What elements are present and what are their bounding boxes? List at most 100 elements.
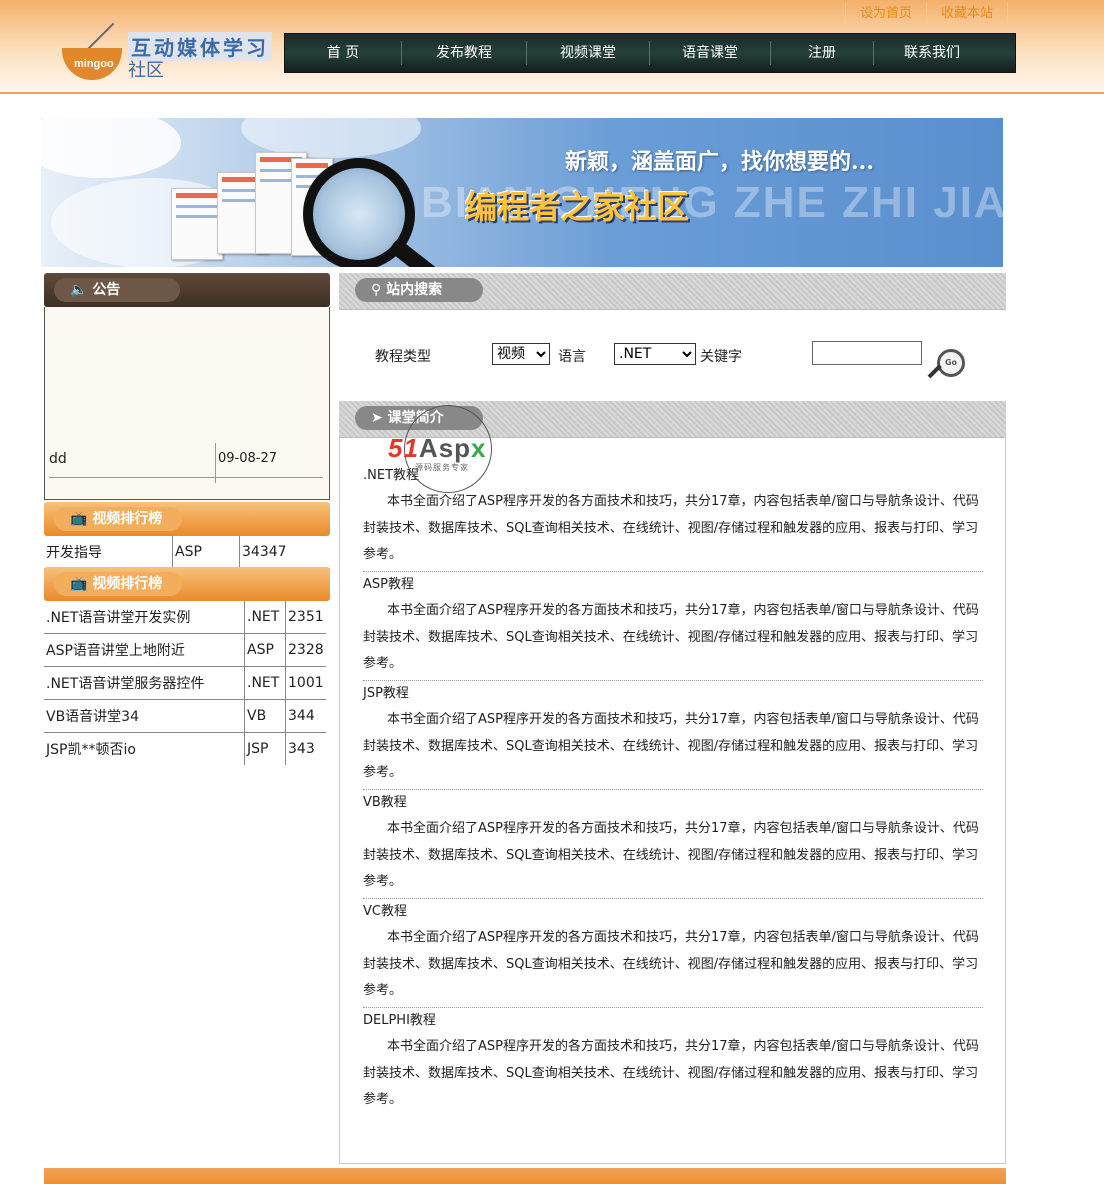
footer-bar — [44, 1168, 1006, 1184]
rank1-title: 视频排行榜 — [92, 511, 163, 527]
intro-title: 课堂简介 — [387, 410, 444, 426]
search-header: ⚲ 站内搜索 — [339, 273, 1006, 310]
bookmark-link[interactable]: 收藏本站 — [925, 3, 1008, 25]
rank1-title-pill: 📺 视频排行榜 — [54, 507, 182, 531]
intro-title-pill: ➤ 课堂简介 — [355, 406, 483, 430]
go-icon: Go — [937, 349, 965, 377]
notice-box: dd 09-08-27 — [44, 307, 330, 500]
rank-cell-title[interactable]: .NET语音讲堂开发实例 — [44, 601, 245, 634]
screen-thumb — [171, 188, 223, 260]
set-homepage-link[interactable]: 设为首页 — [844, 3, 926, 25]
rank-cell-title[interactable]: ASP语音讲堂上地附近 — [44, 633, 245, 667]
rank-cell-count: 343 — [288, 741, 315, 757]
nav-publish-tutorial[interactable]: 发布教程 — [402, 41, 527, 65]
banner-slogan: 新颖，涵盖面广，找你想要的... — [565, 149, 874, 175]
intro-header: ➤ 课堂简介 — [339, 401, 1006, 438]
course-desc: 本书全面介绍了ASP程序开发的各方面技术和技巧，共分17章，内容包括表单/窗口与… — [363, 603, 979, 671]
rank-cell-lang: VB — [244, 699, 286, 733]
notice-header: 🔈 公告 — [44, 273, 330, 307]
rank-cell-lang: .NET — [244, 601, 286, 634]
rank1-table: 开发指导 ASP 34347 — [44, 536, 330, 569]
rank-cell-title[interactable]: VB语音讲堂34 — [44, 699, 245, 733]
banner-title: 编程者之家社区 — [465, 188, 690, 226]
rank-cell-count: 2328 — [285, 633, 326, 667]
course-item: ASP教程 本书全面介绍了ASP程序开发的各方面技术和技巧，共分17章，内容包括… — [363, 572, 983, 681]
table-row[interactable]: .NET语音讲堂服务器控件 .NET 1001 — [44, 666, 326, 700]
logo-subtitle: 社区 — [128, 60, 164, 81]
course-title[interactable]: VC教程 — [363, 899, 983, 925]
lang-select[interactable]: .NET — [614, 343, 696, 365]
table-row[interactable]: VB语音讲堂34 VB 344 — [44, 699, 326, 733]
course-desc: 本书全面介绍了ASP程序开发的各方面技术和技巧，共分17章，内容包括表单/窗口与… — [363, 930, 979, 998]
notice-title-pill: 🔈 公告 — [54, 278, 180, 302]
course-desc: 本书全面介绍了ASP程序开发的各方面技术和技巧，共分17章，内容包括表单/窗口与… — [363, 494, 979, 562]
keyword-input[interactable] — [812, 341, 922, 365]
site-header: 设为首页 收藏本站 mingoo 互动媒体学习 社区 首 页 发布教程 视频课堂… — [0, 0, 1104, 94]
nav-register[interactable]: 注册 — [771, 41, 874, 65]
rank1-header: 📺 视频排行榜 — [44, 502, 330, 536]
course-title[interactable]: JSP教程 — [363, 681, 983, 707]
course-desc: 本书全面介绍了ASP程序开发的各方面技术和技巧，共分17章，内容包括表单/窗口与… — [363, 712, 979, 780]
table-row[interactable]: 开发指导 ASP 34347 — [44, 536, 330, 569]
notice-item[interactable]: dd 09-08-27 — [49, 443, 323, 483]
course-item: VC教程 本书全面介绍了ASP程序开发的各方面技术和技巧，共分17章，内容包括表… — [363, 899, 983, 1008]
cursor-icon: ➤ — [371, 410, 383, 426]
rank-cell-lang: ASP — [172, 536, 240, 569]
notice-item-title[interactable]: dd — [49, 451, 67, 467]
rank-cell-count: 344 — [285, 699, 326, 733]
lang-label: 语言 — [558, 349, 586, 365]
search-go-button[interactable]: Go — [927, 347, 969, 387]
keyword-label: 关键字 — [700, 349, 742, 365]
magnifier-handle — [388, 237, 454, 267]
course-item: .NET教程 本书全面介绍了ASP程序开发的各方面技术和技巧，共分17章，内容包… — [363, 463, 983, 572]
table-row[interactable]: ASP语音讲堂上地附近 ASP 2328 — [44, 633, 326, 667]
course-item: DELPHI教程 本书全面介绍了ASP程序开发的各方面技术和技巧，共分17章，内… — [363, 1008, 983, 1116]
main-nav: 首 页 发布教程 视频课堂 语音课堂 注册 联系我们 — [284, 33, 1016, 73]
rank-cell-lang: .NET — [244, 666, 286, 700]
tv-icon: 📺 — [70, 511, 88, 527]
table-row[interactable]: .NET语音讲堂开发实例 .NET 2351 — [44, 601, 326, 634]
rank-cell-count: 2351 — [285, 601, 326, 634]
course-desc: 本书全面介绍了ASP程序开发的各方面技术和技巧，共分17章，内容包括表单/窗口与… — [363, 1039, 979, 1107]
rank-cell-lang: ASP — [244, 633, 286, 667]
course-desc: 本书全面介绍了ASP程序开发的各方面技术和技巧，共分17章，内容包括表单/窗口与… — [363, 821, 979, 889]
rank-cell-count: 34347 — [239, 536, 330, 569]
type-select[interactable]: 视频 — [492, 343, 550, 365]
notice-title: 公告 — [92, 282, 121, 298]
rank-cell-lang: JSP — [244, 732, 286, 765]
bowl-icon: mingoo — [62, 48, 122, 80]
course-title[interactable]: VB教程 — [363, 790, 983, 816]
course-item: VB教程 本书全面介绍了ASP程序开发的各方面技术和技巧，共分17章，内容包括表… — [363, 790, 983, 899]
rank2-title: 视频排行榜 — [92, 576, 163, 592]
type-label: 教程类型 — [375, 349, 431, 365]
nav-home[interactable]: 首 页 — [285, 41, 402, 65]
nav-video-class[interactable]: 视频课堂 — [527, 41, 650, 65]
logo-bowl-text: mingoo — [74, 58, 114, 70]
course-title[interactable]: .NET教程 — [363, 463, 983, 489]
nav-voice-class[interactable]: 语音课堂 — [650, 41, 771, 65]
rank-cell-title[interactable]: 开发指导 — [44, 536, 173, 569]
notice-item-date: 09-08-27 — [215, 443, 277, 483]
search-title: 站内搜索 — [386, 282, 443, 298]
search-form: 教程类型 视频 语言 .NET 关键字 Go — [339, 309, 1006, 399]
course-title[interactable]: DELPHI教程 — [363, 1008, 983, 1034]
top-links: 设为首页 收藏本站 — [844, 3, 1008, 25]
rank2-header: 📺 视频排行榜 — [44, 567, 330, 601]
course-title[interactable]: ASP教程 — [363, 572, 983, 598]
intro-box: .NET教程 本书全面介绍了ASP程序开发的各方面技术和技巧，共分17章，内容包… — [339, 436, 1006, 1164]
table-row[interactable]: JSP凯**顿否io JSP 343 — [44, 732, 326, 765]
rank-cell-count: 1001 — [285, 666, 326, 700]
nav-contact-us[interactable]: 联系我们 — [874, 41, 990, 65]
banner: BIAN CHENG ZHE ZHI JIA 新颖，涵盖面广，找你想要的... … — [41, 118, 1003, 267]
site-logo[interactable]: mingoo 互动媒体学习 社区 — [62, 18, 272, 84]
rank-cell-title[interactable]: .NET语音讲堂服务器控件 — [44, 666, 245, 700]
rank2-table: .NET语音讲堂开发实例 .NET 2351 ASP语音讲堂上地附近 ASP 2… — [44, 601, 326, 765]
search-icon: ⚲ — [371, 282, 382, 298]
cloud-decoration — [41, 118, 181, 178]
speaker-icon: 🔈 — [70, 282, 88, 298]
search-title-pill: ⚲ 站内搜索 — [355, 278, 483, 302]
rank2-title-pill: 📺 视频排行榜 — [54, 572, 182, 596]
rank-cell-title[interactable]: JSP凯**顿否io — [44, 732, 245, 765]
course-item: JSP教程 本书全面介绍了ASP程序开发的各方面技术和技巧，共分17章，内容包括… — [363, 681, 983, 790]
tv-icon: 📺 — [70, 576, 88, 592]
